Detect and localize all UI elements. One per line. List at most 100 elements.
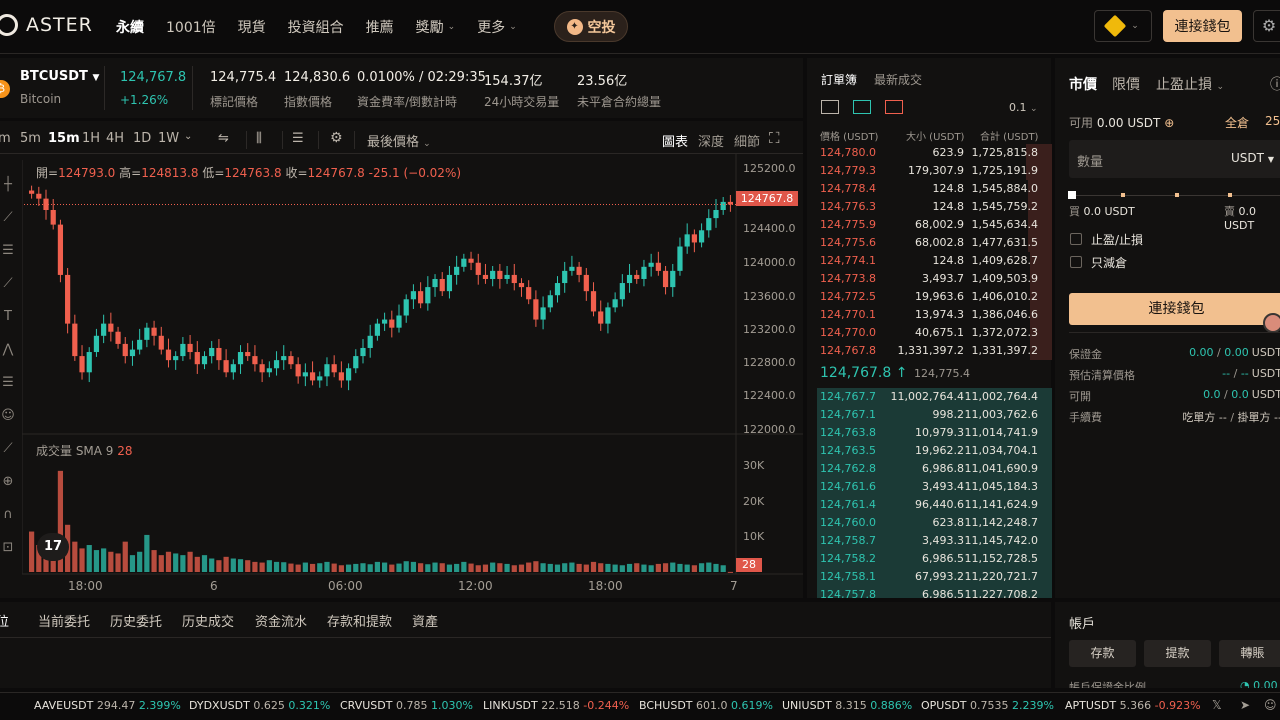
bid-size: 11,002,764.4 xyxy=(890,390,964,403)
marquee-item[interactable]: UNIUSDT 8.315 0.886% xyxy=(782,699,912,712)
chevron-down-icon: ⌄ xyxy=(1216,82,1224,92)
positions-tab-6[interactable]: 資產 xyxy=(412,611,438,630)
summary-label: 可開 xyxy=(1069,390,1091,403)
withdraw-button[interactable]: 提款 xyxy=(1144,640,1211,667)
marquee-item[interactable]: BCHUSDT 601.0 0.619% xyxy=(639,699,773,712)
bid-price: 124,761.4 xyxy=(820,498,876,511)
bid-total: 11,220,721.7 xyxy=(964,570,1038,583)
bid-price: 124,758.2 xyxy=(820,552,876,565)
telegram-icon[interactable]: ➤ xyxy=(1240,698,1250,712)
bid-size: 67,993.2 xyxy=(915,570,964,583)
marquee-change: 0.321% xyxy=(288,699,331,712)
tpsl-checkbox[interactable] xyxy=(1070,233,1082,245)
bid-size: 6,986.8 xyxy=(922,462,964,475)
transfer-button[interactable]: 轉賬 xyxy=(1219,640,1280,667)
sell-amount: 賣 0.0 USDT xyxy=(1224,203,1280,232)
bid-size: 998.2 xyxy=(932,408,965,421)
bid-total: 11,003,762.6 xyxy=(964,408,1038,421)
info-icon[interactable]: ⓘ xyxy=(1270,74,1280,94)
marquee-symbol: DYDXUSDT xyxy=(189,699,250,712)
available-label: 可用 xyxy=(1069,116,1094,130)
marquee-item[interactable]: OPUSDT 0.7535 2.239% xyxy=(921,699,1054,712)
marquee-change: 2.399% xyxy=(138,699,181,712)
bid-size: 19,962.2 xyxy=(915,444,964,457)
marquee-price: 5.366 xyxy=(1119,699,1152,712)
buy-value: 0.0 USDT xyxy=(1083,205,1135,218)
positions-tab-4[interactable]: 资金流水 xyxy=(255,611,307,630)
separator: / xyxy=(1226,411,1238,424)
marquee-item[interactable]: AAVEUSDT 294.47 2.399% xyxy=(34,699,181,712)
margin-ratio-number: 0.00 xyxy=(1253,679,1278,688)
summary-value: 0.0 / 0.0 USDT xyxy=(1182,388,1280,401)
bid-total: 11,041,690.9 xyxy=(964,462,1038,475)
bid-price: 124,767.7 xyxy=(820,390,876,403)
summary-value-1: 0.00 xyxy=(1189,346,1214,359)
bid-row[interactable]: 124,767.7 11,002,764.4 11,002,764.4 xyxy=(812,388,1052,406)
summary-value-2: 掛單方 -- xyxy=(1237,411,1280,424)
sell-label: 賣 xyxy=(1224,205,1235,218)
marquee-item[interactable]: DYDXUSDT 0.625 0.321% xyxy=(189,699,330,712)
positions-tab-0[interactable]: 位 xyxy=(0,611,9,630)
bid-row[interactable]: 124,760.0 623.8 11,142,248.7 xyxy=(812,514,1052,532)
bid-total: 11,002,764.4 xyxy=(964,390,1038,403)
bid-row[interactable]: 124,761.4 96,440.6 11,141,624.9 xyxy=(812,496,1052,514)
marquee-symbol: APTUSDT xyxy=(1065,699,1117,712)
marquee-price: 22.518 xyxy=(541,699,580,712)
bid-row[interactable]: 124,762.8 6,986.8 11,041,690.9 xyxy=(812,460,1052,478)
positions-tab-3[interactable]: 历史成交 xyxy=(182,611,234,630)
bid-row[interactable]: 124,757.8 6,986.5 11,227,708.2 xyxy=(812,586,1052,598)
tab-tpsl[interactable]: 止盈止損 ⌄ xyxy=(1156,74,1224,94)
marquee-item[interactable]: LINKUSDT 22.518 -0.244% xyxy=(483,699,629,712)
marquee-change: 0.619% xyxy=(731,699,773,712)
bid-row[interactable]: 124,767.1 998.2 11,003,762.6 xyxy=(812,406,1052,424)
bid-row[interactable]: 124,758.2 6,986.5 11,152,728.5 xyxy=(812,550,1052,568)
summary-value-1: 0.0 xyxy=(1203,388,1221,401)
bid-row[interactable]: 124,758.1 67,993.2 11,220,721.7 xyxy=(812,568,1052,586)
bid-size: 6,986.5 xyxy=(922,552,964,565)
slider-handle[interactable] xyxy=(1068,191,1076,199)
unit-select[interactable]: USDT ▼ xyxy=(1231,151,1274,165)
divider xyxy=(1069,332,1280,333)
bid-total: 11,141,624.9 xyxy=(964,498,1038,511)
available-balance: 可用 0.00 USDT ⊕ xyxy=(1069,114,1174,131)
summary-label: 預估清算價格 xyxy=(1069,369,1135,382)
bid-total: 11,034,704.1 xyxy=(964,444,1038,457)
bid-row[interactable]: 124,758.7 3,493.3 11,145,742.0 xyxy=(812,532,1052,550)
bid-total: 11,152,728.5 xyxy=(964,552,1038,565)
order-form xyxy=(1055,58,1280,598)
bid-row[interactable]: 124,763.8 10,979.3 11,014,741.9 xyxy=(812,424,1052,442)
x-twitter-icon[interactable]: 𝕏 xyxy=(1212,698,1222,712)
summary-value: -- / -- USDT xyxy=(1182,367,1280,380)
bid-row[interactable]: 124,763.5 19,962.2 11,034,704.1 xyxy=(812,442,1052,460)
bid-price: 124,763.8 xyxy=(820,426,876,439)
deposit-button[interactable]: 存款 xyxy=(1069,640,1136,667)
marquee-symbol: BCHUSDT xyxy=(639,699,693,712)
tab-limit[interactable]: 限價 xyxy=(1112,74,1140,94)
bid-total: 11,014,741.9 xyxy=(964,426,1038,439)
bid-size: 3,493.3 xyxy=(922,534,964,547)
bid-price: 124,761.6 xyxy=(820,480,876,493)
bid-row[interactable]: 124,761.6 3,493.4 11,045,184.3 xyxy=(812,478,1052,496)
reduce-only-checkbox[interactable] xyxy=(1070,256,1082,268)
positions-tab-5[interactable]: 存款和提款 xyxy=(327,611,392,630)
marquee-item[interactable]: APTUSDT 5.366 -0.923% xyxy=(1065,699,1201,712)
marquee-item[interactable]: CRVUSDT 0.785 1.030% xyxy=(340,699,473,712)
marquee-symbol: LINKUSDT xyxy=(483,699,538,712)
positions-tab-2[interactable]: 历史委托 xyxy=(110,611,162,630)
summary-value-1: -- xyxy=(1222,367,1231,380)
bid-size: 10,979.3 xyxy=(915,426,964,439)
bid-size: 623.8 xyxy=(932,516,965,529)
bid-size: 96,440.6 xyxy=(915,498,964,511)
connect-wallet-form-button[interactable]: 連接錢包 xyxy=(1069,293,1280,325)
marquee-price: 0.7535 xyxy=(970,699,1009,712)
summary-value: 0.00 / 0.00 USDT xyxy=(1182,346,1280,359)
margin-mode-button[interactable]: 全倉 xyxy=(1225,114,1249,131)
account-title: 帳戶 xyxy=(1069,617,1096,632)
bid-total: 11,142,248.7 xyxy=(964,516,1038,529)
discord-icon[interactable]: ☺ xyxy=(1264,698,1277,712)
positions-tab-1[interactable]: 当前委托 xyxy=(38,611,90,630)
add-funds-icon[interactable]: ⊕ xyxy=(1164,116,1174,130)
tab-market[interactable]: 市價 xyxy=(1069,74,1097,94)
avatar[interactable] xyxy=(1263,313,1280,333)
leverage-button[interactable]: 25 xyxy=(1265,114,1280,128)
